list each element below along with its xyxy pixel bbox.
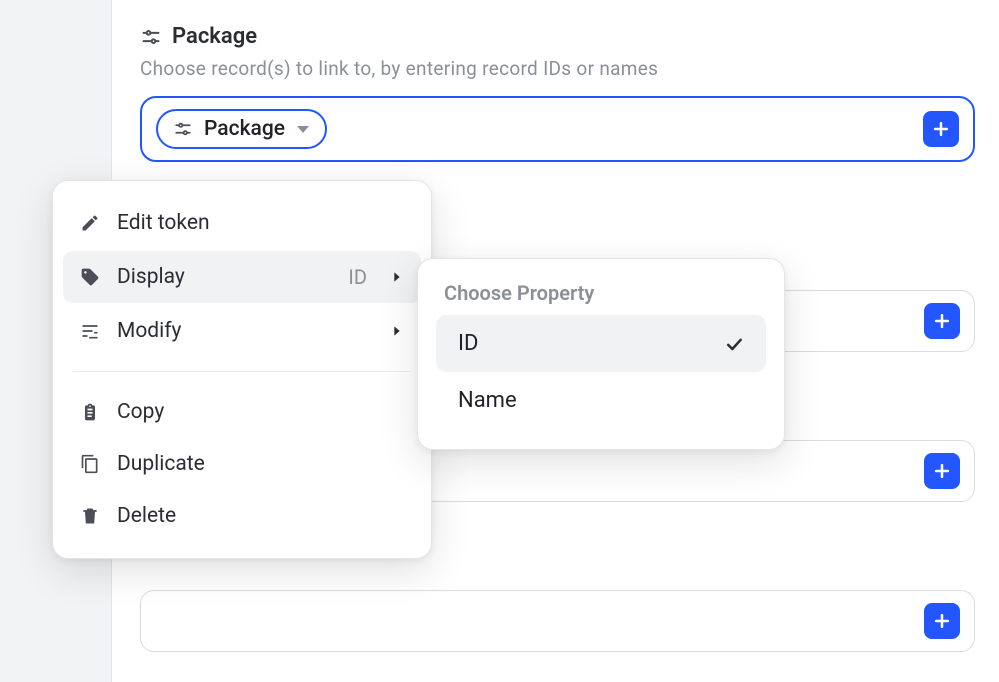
menu-item-label: Modify [117,319,182,343]
token-context-menu: Edit token Display ID Modify [52,180,432,559]
menu-item-edit-token[interactable]: Edit token [53,197,431,249]
menu-divider [73,371,411,372]
chevron-right-icon [389,323,405,339]
menu-item-label: Display [117,265,185,289]
display-property-submenu: Choose Property ID Name [417,258,785,450]
menu-item-label: Copy [117,400,164,424]
menu-item-label: Edit token [117,211,210,235]
record-link-field[interactable]: Package [140,96,975,162]
submenu-item-label: ID [458,331,478,356]
adjust-icon [79,320,101,342]
add-button[interactable] [924,603,960,639]
menu-item-copy[interactable]: Copy [53,386,431,438]
menu-item-duplicate[interactable]: Duplicate [53,438,431,490]
menu-item-modify[interactable]: Modify [53,305,431,357]
clipboard-icon [79,401,101,423]
add-button[interactable] [924,303,960,339]
add-button[interactable] [923,111,959,147]
main-content: Package Choose record(s) to link to, by … [112,0,999,682]
section-title: Package [172,24,257,49]
trash-icon [79,505,101,527]
chevron-right-icon [389,269,405,285]
submenu-title: Choose Property [436,281,766,315]
record-link-field-placeholder[interactable] [140,590,975,652]
token-label: Package [204,117,285,141]
sliders-icon [140,26,162,48]
menu-item-delete[interactable]: Delete [53,490,431,542]
menu-item-label: Duplicate [117,452,205,476]
menu-item-display[interactable]: Display ID [63,251,421,303]
tag-icon [79,266,101,288]
submenu-item-name[interactable]: Name [436,372,766,429]
menu-item-value: ID [348,265,367,289]
caret-down-icon [297,126,309,133]
section-hint: Choose record(s) to link to, by entering… [140,57,975,80]
add-button[interactable] [924,453,960,489]
submenu-item-label: Name [458,388,517,413]
section-header: Package [140,24,975,49]
check-icon [724,334,744,354]
menu-item-label: Delete [117,504,176,528]
record-token[interactable]: Package [156,109,327,149]
pencil-icon [79,212,101,234]
submenu-item-id[interactable]: ID [436,315,766,372]
duplicate-icon [79,453,101,475]
sliders-icon [172,118,194,140]
